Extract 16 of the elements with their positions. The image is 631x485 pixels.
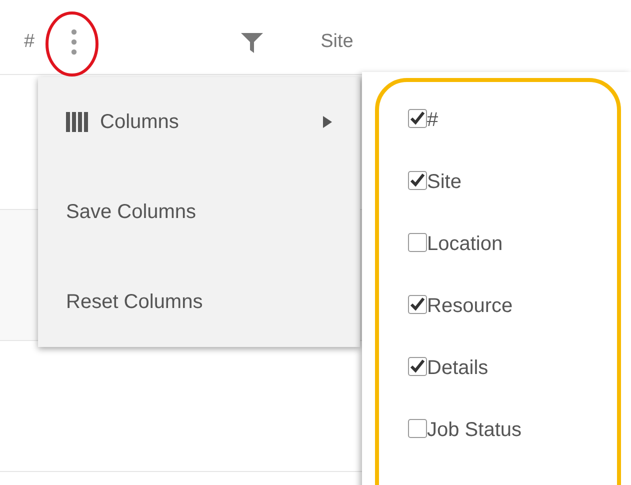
columns-icon — [66, 112, 88, 132]
checkbox[interactable] — [408, 171, 427, 190]
column-header[interactable]: # — [24, 31, 35, 53]
more-options-icon[interactable] — [70, 29, 77, 55]
submenu-arrow-icon — [323, 116, 332, 128]
column-header[interactable]: Site — [320, 31, 354, 53]
menu-item[interactable]: Reset Columns — [38, 257, 360, 347]
checkbox[interactable] — [408, 357, 427, 376]
columns-menu-item[interactable]: Columns — [38, 77, 360, 167]
filter-icon[interactable] — [240, 33, 263, 53]
checkbox[interactable] — [408, 109, 427, 128]
annotation-circle — [44, 10, 100, 78]
checkbox[interactable] — [408, 233, 427, 252]
menu-item[interactable]: Save Columns — [38, 167, 360, 257]
checkbox[interactable] — [408, 295, 427, 314]
checkbox[interactable] — [408, 419, 427, 438]
